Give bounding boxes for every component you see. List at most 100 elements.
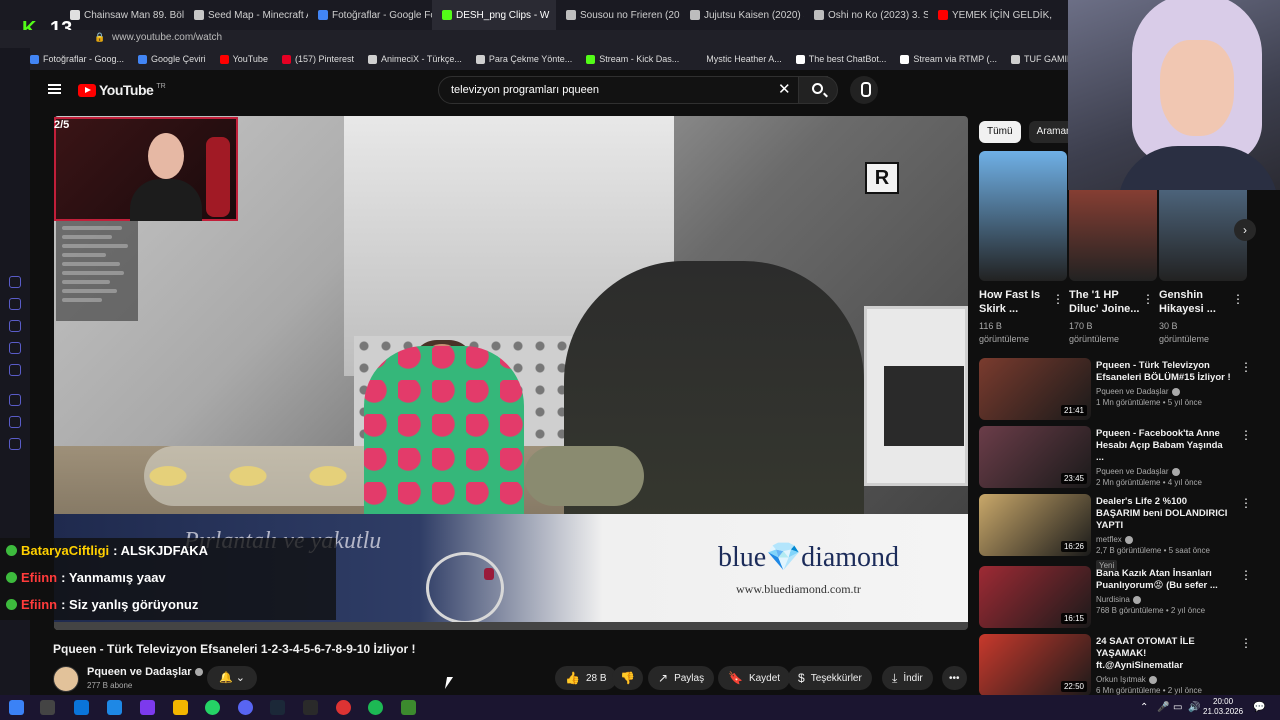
save-button[interactable]: 🔖 Kaydet bbox=[718, 666, 791, 690]
bookmark-item[interactable]: AnimeciX - Türkçe... bbox=[367, 54, 462, 64]
browser-tab[interactable]: YEMEK İÇİN GELDİK, EV bbox=[928, 0, 1052, 30]
browser-tab[interactable]: Jujutsu Kaisen (2020) 3. bbox=[680, 0, 804, 30]
discord-icon[interactable] bbox=[238, 700, 253, 715]
spotify-icon[interactable] bbox=[368, 700, 383, 715]
video-progress-bar[interactable] bbox=[54, 622, 968, 630]
bookmark-item[interactable]: Para Çekme Yönte... bbox=[475, 54, 572, 64]
epic-games-icon[interactable] bbox=[303, 700, 318, 715]
history-icon[interactable] bbox=[9, 394, 21, 406]
bookmark-item[interactable]: The best ChatBot... bbox=[795, 54, 886, 64]
browser-tab[interactable]: Chainsaw Man 89. Bölüm bbox=[60, 0, 184, 30]
address-bar[interactable]: 🔒 www.youtube.com/watch bbox=[0, 30, 1068, 48]
obs-icon[interactable] bbox=[336, 700, 351, 715]
browser-tab[interactable]: DESH_png Clips - W bbox=[432, 0, 556, 30]
discord-icon[interactable] bbox=[9, 364, 21, 376]
rec-channel[interactable]: Nurdisina bbox=[1096, 595, 1232, 604]
voice-search-icon[interactable] bbox=[850, 76, 878, 104]
thanks-button[interactable]: $ Teşekkürler bbox=[788, 666, 872, 690]
bookmark-item[interactable]: Mystic Heather A... bbox=[693, 54, 782, 64]
more-vert-icon[interactable]: ⋮ bbox=[1240, 568, 1252, 582]
channel-name[interactable]: Pqueen ve Dadaşlar bbox=[87, 666, 203, 678]
rec-info[interactable]: Pqueen - Türk Televizyon Efsaneleri BÖLÜ… bbox=[1096, 360, 1232, 407]
rec-thumbnail[interactable]: 16:26 bbox=[979, 494, 1091, 556]
rec-channel[interactable]: metflex bbox=[1096, 535, 1232, 544]
browser-tab[interactable]: Oshi no Ko (2023) 3. Se bbox=[804, 0, 928, 30]
steam-icon[interactable] bbox=[270, 700, 285, 715]
browser-tab[interactable]: Seed Map - Minecraft Ap bbox=[184, 0, 308, 30]
short-title[interactable]: The '1 HP Diluc' Joine... bbox=[1069, 288, 1149, 316]
notification-bell-button[interactable]: 🔔 ⌄ bbox=[207, 666, 257, 690]
url-text[interactable]: www.youtube.com/watch bbox=[112, 32, 222, 43]
like-button[interactable]: 👍 28 B bbox=[555, 666, 617, 690]
channel-avatar[interactable] bbox=[53, 666, 79, 692]
rec-channel[interactable]: Orkun Işıtmak bbox=[1096, 675, 1232, 684]
more-vert-icon[interactable]: ⋮ bbox=[1240, 636, 1252, 650]
inset-shirt bbox=[130, 179, 202, 221]
edge-icon[interactable] bbox=[107, 700, 122, 715]
bookmark-item[interactable]: Fotoğraflar - Goog... bbox=[30, 54, 124, 64]
filter-chip[interactable]: Tümü bbox=[979, 121, 1021, 143]
rec-title[interactable]: Pqueen - Türk Televizyon Efsaneleri BÖLÜ… bbox=[1096, 360, 1232, 384]
twitch-icon[interactable] bbox=[9, 298, 21, 310]
more-vert-icon[interactable]: ⋮ bbox=[1232, 292, 1244, 306]
file-explorer-icon[interactable] bbox=[173, 700, 188, 715]
rec-info[interactable]: Dealer's Life 2 %100 BAŞARIM beni DOLAND… bbox=[1096, 496, 1232, 573]
start-icon[interactable] bbox=[9, 700, 24, 715]
sidebar-app-icon[interactable] bbox=[9, 276, 21, 288]
dislike-button[interactable]: 👎 bbox=[612, 666, 643, 690]
rec-title[interactable]: 24 SAAT OTOMAT İLE YAŞAMAK! ft.@AyniSine… bbox=[1096, 636, 1232, 672]
tray-chevron-icon[interactable]: ⌃ bbox=[1140, 702, 1148, 713]
short-title[interactable]: Genshin Hikayesi ... bbox=[1159, 288, 1239, 316]
tray-network-icon[interactable]: ▭ bbox=[1173, 702, 1182, 713]
more-vert-icon[interactable]: ⋮ bbox=[1240, 360, 1252, 374]
browser-tab[interactable]: Sousou no Frieren (2023 bbox=[556, 0, 680, 30]
rec-channel[interactable]: Pqueen ve Dadaşlar bbox=[1096, 467, 1232, 476]
short-title[interactable]: How Fast Is Skirk ... bbox=[979, 288, 1059, 316]
rec-info[interactable]: Bana Kazık Atan İnsanları Puanlıyorum😡 (… bbox=[1096, 568, 1232, 615]
store-icon[interactable] bbox=[74, 700, 89, 715]
rec-title[interactable]: Bana Kazık Atan İnsanları Puanlıyorum😡 (… bbox=[1096, 568, 1232, 592]
rec-channel[interactable]: Pqueen ve Dadaşlar bbox=[1096, 387, 1232, 396]
taskbar-clock[interactable]: 20:00 21.03.2026 bbox=[1203, 697, 1243, 717]
more-vert-icon[interactable]: ⋮ bbox=[1240, 496, 1252, 510]
rec-thumbnail[interactable]: 21:41 bbox=[979, 358, 1091, 420]
instagram-icon[interactable] bbox=[9, 342, 21, 354]
rec-info[interactable]: Pqueen - Facebook'ta Anne Hesabı Açıp Ba… bbox=[1096, 428, 1232, 487]
whatsapp-icon[interactable] bbox=[9, 320, 21, 332]
bookmark-item[interactable]: YouTube bbox=[219, 54, 268, 64]
settings-icon[interactable] bbox=[9, 438, 21, 450]
notification-icon[interactable]: 💬 bbox=[1253, 702, 1265, 713]
tray-volume-icon[interactable]: 🔊 bbox=[1188, 702, 1200, 713]
rec-thumbnail[interactable]: 22:50 bbox=[979, 634, 1091, 696]
clear-search-icon[interactable]: ✕ bbox=[778, 80, 791, 98]
more-actions-button[interactable]: ••• bbox=[942, 666, 967, 690]
browser-icon[interactable] bbox=[140, 700, 155, 715]
bookmark-item[interactable]: Google Çeviri bbox=[138, 54, 206, 64]
menu-icon[interactable] bbox=[48, 84, 61, 94]
short-thumbnail[interactable] bbox=[979, 151, 1067, 281]
download-icon[interactable] bbox=[9, 416, 21, 428]
tray-mic-icon[interactable]: 🎤 bbox=[1157, 702, 1169, 713]
bookmark-item[interactable]: Stream via RTMP (... bbox=[900, 54, 997, 64]
more-vert-icon[interactable]: ⋮ bbox=[1052, 292, 1064, 306]
search-input[interactable]: televizyon programları pqueen bbox=[438, 76, 828, 104]
rec-thumbnail[interactable]: 23:45 bbox=[979, 426, 1091, 488]
task-view-icon[interactable] bbox=[40, 700, 55, 715]
more-vert-icon[interactable]: ⋮ bbox=[1240, 428, 1252, 442]
share-button[interactable]: ↗ Paylaş bbox=[648, 666, 715, 690]
channel-name-text[interactable]: Pqueen ve Dadaşlar bbox=[87, 666, 192, 678]
browser-tab[interactable]: Fotoğraflar - Google Fot bbox=[308, 0, 432, 30]
rec-info[interactable]: 24 SAAT OTOMAT İLE YAŞAMAK! ft.@AyniSine… bbox=[1096, 636, 1232, 695]
search-button[interactable] bbox=[798, 76, 838, 104]
more-vert-icon[interactable]: ⋮ bbox=[1142, 292, 1154, 306]
shorts-next-button[interactable]: › bbox=[1234, 219, 1256, 241]
rec-title[interactable]: Pqueen - Facebook'ta Anne Hesabı Açıp Ba… bbox=[1096, 428, 1232, 464]
download-button[interactable]: ⤓ İndir bbox=[882, 666, 933, 690]
rec-thumbnail[interactable]: 16:15 bbox=[979, 566, 1091, 628]
rec-title[interactable]: Dealer's Life 2 %100 BAŞARIM beni DOLAND… bbox=[1096, 496, 1232, 532]
bookmark-item[interactable]: (157) Pinterest bbox=[281, 54, 354, 64]
minecraft-icon[interactable] bbox=[401, 700, 416, 715]
bookmark-item[interactable]: Stream - Kick Das... bbox=[586, 54, 679, 64]
whatsapp-icon[interactable] bbox=[205, 700, 220, 715]
youtube-logo[interactable]: YouTube TR bbox=[78, 82, 166, 98]
